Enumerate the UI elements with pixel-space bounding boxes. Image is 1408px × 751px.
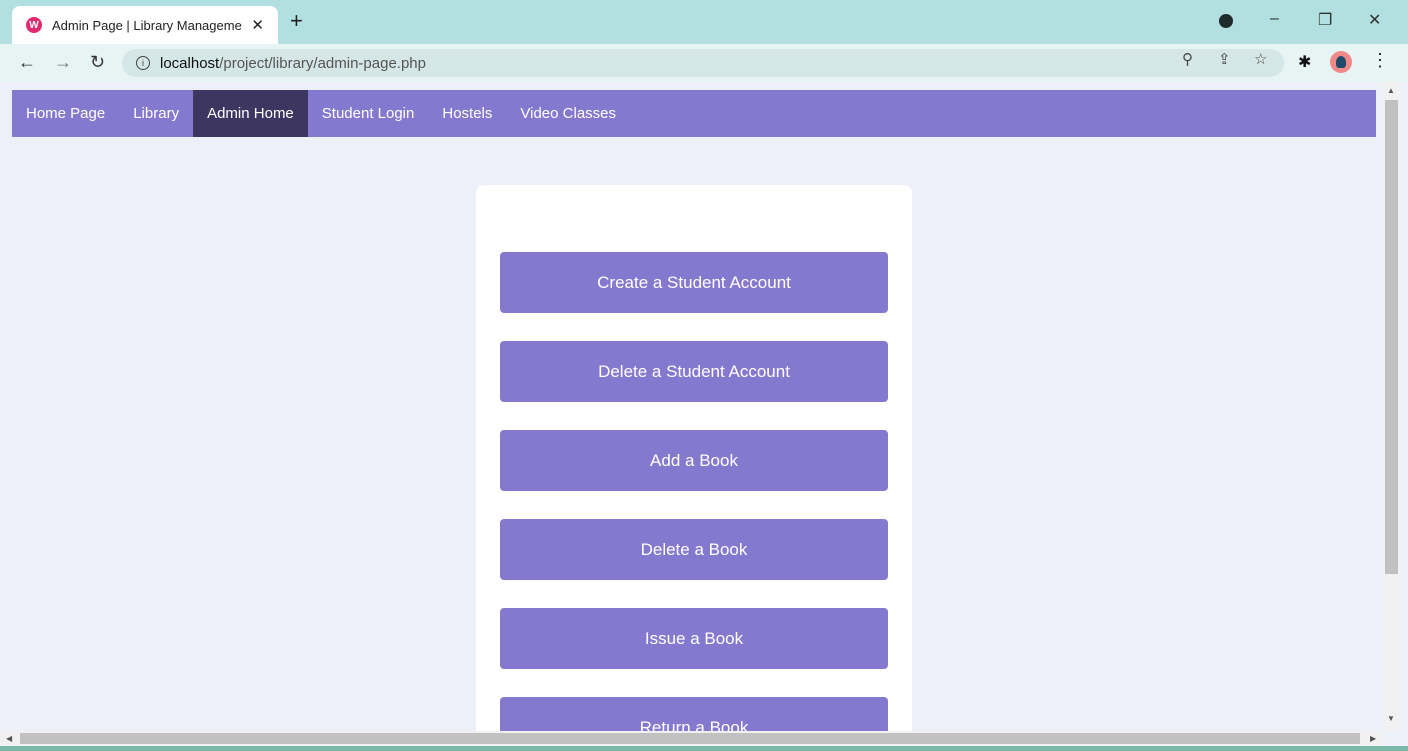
scroll-left-icon[interactable]: ◀: [6, 734, 12, 743]
horizontal-scroll-thumb[interactable]: [20, 733, 1360, 744]
nav-library[interactable]: Library: [119, 90, 193, 137]
restore-button[interactable]: ❐: [1318, 10, 1332, 30]
top-navbar: Home Page Library Admin Home Student Log…: [12, 90, 1376, 137]
delete-student-account-button[interactable]: Delete a Student Account: [500, 341, 888, 402]
avatar[interactable]: [1330, 51, 1352, 73]
minimize-button[interactable]: –: [1270, 10, 1279, 28]
scroll-down-icon[interactable]: ▼: [1387, 714, 1395, 723]
profile-menu-icon[interactable]: [1219, 14, 1233, 28]
nav-hostels[interactable]: Hostels: [428, 90, 506, 137]
new-tab-button[interactable]: +: [290, 10, 303, 32]
nav-video-classes[interactable]: Video Classes: [506, 90, 630, 137]
scroll-up-icon[interactable]: ▲: [1387, 86, 1395, 95]
nav-home-page[interactable]: Home Page: [12, 90, 119, 137]
taskbar-strip: [0, 746, 1408, 751]
issue-book-button[interactable]: Issue a Book: [500, 608, 888, 669]
horizontal-scrollbar[interactable]: ◀ ▶: [0, 731, 1383, 746]
tab-close-icon[interactable]: ✕: [251, 16, 264, 34]
admin-actions-card: Create a Student Account Delete a Studen…: [476, 185, 912, 751]
vertical-scroll-thumb[interactable]: [1385, 100, 1398, 574]
page-content: Home Page Library Admin Home Student Log…: [0, 82, 1408, 751]
extensions-icon[interactable]: ✱: [1298, 52, 1311, 72]
close-window-button[interactable]: ✕: [1368, 10, 1381, 30]
menu-icon[interactable]: ⋮: [1371, 50, 1389, 71]
share-icon[interactable]: ⇪: [1218, 50, 1231, 68]
zoom-icon[interactable]: ⚲: [1182, 50, 1193, 68]
address-toolbar: ← → ↻ i localhost/project/library/admin-…: [0, 44, 1408, 82]
create-student-account-button[interactable]: Create a Student Account: [500, 252, 888, 313]
add-book-button[interactable]: Add a Book: [500, 430, 888, 491]
forward-icon[interactable]: →: [54, 52, 72, 73]
nav-admin-home[interactable]: Admin Home: [193, 90, 308, 137]
tab-title: Admin Page | Library Manageme: [52, 17, 242, 33]
url-path: /project/library/admin-page.php: [219, 54, 426, 72]
star-icon[interactable]: ☆: [1254, 50, 1267, 68]
delete-book-button[interactable]: Delete a Book: [500, 519, 888, 580]
url-field[interactable]: i localhost/project/library/admin-page.p…: [122, 49, 1284, 77]
nav-student-login[interactable]: Student Login: [308, 90, 429, 137]
vertical-scrollbar[interactable]: ▲ ▼: [1383, 82, 1400, 731]
scroll-right-icon[interactable]: ▶: [1370, 734, 1376, 743]
tab-strip: W Admin Page | Library Manageme ✕ + – ❐ …: [0, 0, 1408, 44]
info-icon[interactable]: i: [136, 56, 150, 70]
browser-tab[interactable]: W Admin Page | Library Manageme ✕: [12, 6, 278, 44]
back-icon[interactable]: ←: [18, 52, 36, 73]
url-host: localhost: [160, 54, 220, 72]
favicon-icon: W: [26, 17, 42, 33]
reload-icon[interactable]: ↻: [90, 52, 105, 73]
